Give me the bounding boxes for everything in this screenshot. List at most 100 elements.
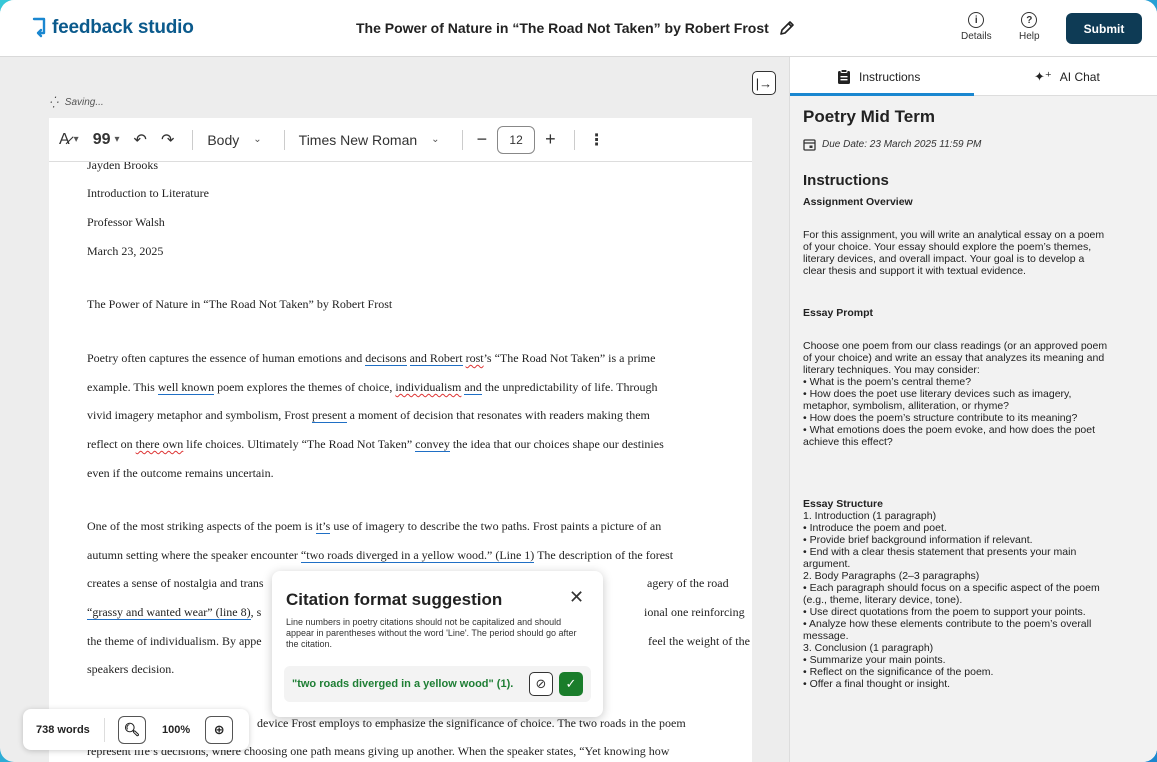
prompt-line: • What is the poem’s central theme? xyxy=(803,376,972,388)
doc-line: Poetry often captures the essence of hum… xyxy=(87,351,656,366)
text-color-icon: A̷ xyxy=(59,130,70,148)
chevron-down-icon: ⌄ xyxy=(253,134,262,145)
chevron-down-icon: ▾ xyxy=(73,134,79,145)
calendar-icon xyxy=(803,139,816,151)
doc-line: March 23, 2025 xyxy=(87,244,164,258)
structure-line: 2. Body Paragraphs (2–3 paragraphs) xyxy=(803,570,980,582)
suggestion-highlight[interactable]: and Robert xyxy=(409,351,463,366)
doc-line: Professor Walsh xyxy=(87,215,165,229)
tab-ai-chat[interactable]: ✦⁺ AI Chat xyxy=(1034,69,1100,85)
doc-line: ional one reinforcing xyxy=(644,605,745,619)
undo-button[interactable]: ↶ xyxy=(134,130,147,150)
overview-line: clear thesis and support it with textual… xyxy=(803,265,1026,277)
word-count-zoom-bar: 738 words 🔍︎ 100% ⊕ xyxy=(23,709,249,750)
suggestion-highlight[interactable]: present xyxy=(311,408,347,423)
zoom-in-button[interactable]: ⊕ xyxy=(205,715,234,744)
prompt-line: • What emotions does the poem evoke, and… xyxy=(803,424,1096,436)
prompt-line: of your choice) and write an essay that … xyxy=(803,352,1105,364)
edit-pencil-icon[interactable] xyxy=(779,20,795,36)
popup-description: Line numbers in poetry citations should … xyxy=(286,617,577,649)
quote-dropdown[interactable]: 99 ▾ xyxy=(93,131,120,149)
tab-instructions[interactable]: Instructions xyxy=(837,69,920,85)
editor-toolbar: A̷ ▾ 99 ▾ ↶ ↷ Body ⌄ Times New Roman ⌄ −… xyxy=(49,118,752,162)
redo-button[interactable]: ↷ xyxy=(161,130,174,150)
due-date: Due Date: 23 March 2025 11:59 PM xyxy=(803,138,981,151)
prompt-heading: Essay Prompt xyxy=(803,307,874,319)
doc-line: the theme of individualism. By appe xyxy=(87,634,262,648)
font-select[interactable]: Times New Roman ⌄ xyxy=(299,132,440,148)
suggestion-highlight[interactable]: it’s xyxy=(315,519,331,534)
prompt-line: metaphor, symbolism, alliteration, or rh… xyxy=(803,400,1009,412)
structure-heading: Essay Structure xyxy=(803,498,883,510)
structure-line: • Each paragraph should focus on a speci… xyxy=(803,582,1100,594)
doc-line: device Frost employs to emphasize the si… xyxy=(257,716,686,730)
toolbar-divider xyxy=(573,129,575,150)
text-color-dropdown[interactable]: A̷ ▾ xyxy=(59,131,79,149)
doc-line: autumn setting where the speaker encount… xyxy=(87,548,674,563)
block-icon: ⊘ xyxy=(535,676,547,691)
right-sidebar: Instructions ✦⁺ AI Chat Poetry Mid Term … xyxy=(789,57,1157,762)
suggestion-highlight[interactable]: well known xyxy=(157,380,215,395)
clipboard-icon xyxy=(838,69,850,84)
structure-line: 3. Conclusion (1 paragraph) xyxy=(803,642,934,654)
decrease-size-button[interactable]: − xyxy=(477,129,488,150)
arrow-right-bar-icon: |→ xyxy=(755,75,773,91)
spelling-highlight[interactable]: individualism xyxy=(395,380,461,394)
info-icon: i xyxy=(968,12,985,28)
structure-line: • Introduce the poem and poet. xyxy=(803,522,947,534)
quote-icon: 99 xyxy=(92,130,111,148)
structure-line: message. xyxy=(803,630,849,642)
doc-line: The Power of Nature in “The Road Not Tak… xyxy=(87,297,393,311)
suggestion-highlight[interactable]: “two roads diverged in a yellow wood.” (… xyxy=(300,548,535,563)
toolbar-divider xyxy=(283,129,285,150)
tab-instructions-label: Instructions xyxy=(859,70,921,84)
spelling-highlight[interactable]: rost xyxy=(466,351,484,365)
more-options-icon[interactable]: ⋮ xyxy=(589,130,605,150)
doc-line: vivid imagery metaphor and symbolism, Fr… xyxy=(87,408,650,423)
logo-icon xyxy=(32,17,46,38)
dismiss-suggestion-button[interactable]: ⊘ xyxy=(529,672,553,696)
suggestion-highlight[interactable]: convey xyxy=(415,437,450,452)
structure-line: 1. Introduction (1 paragraph) xyxy=(803,510,937,522)
doc-line: reflect on there own life choices. Ultim… xyxy=(87,437,664,452)
font-size-input[interactable]: 12 xyxy=(497,125,536,154)
suggestion-text: "two roads diverged in a yellow wood" (1… xyxy=(292,678,514,690)
structure-line: • End with a clear thesis statement that… xyxy=(803,546,1077,558)
structure-line: argument. xyxy=(803,558,851,570)
structure-line: • Reflect on the significance of the poe… xyxy=(803,666,994,678)
chevron-down-icon: ⌄ xyxy=(431,134,440,145)
structure-line: • Offer a final thought or insight. xyxy=(803,678,951,690)
tab-ai-chat-label: AI Chat xyxy=(1059,70,1100,84)
toolbar-divider xyxy=(192,129,194,150)
saving-status: ⁛ Saving... xyxy=(50,96,104,109)
suggestion-highlight[interactable]: decisons xyxy=(365,351,407,366)
help-label: Help xyxy=(1019,31,1040,42)
due-date-text: Due Date: 23 March 2025 11:59 PM xyxy=(822,138,982,150)
accept-suggestion-button[interactable]: ✓ xyxy=(559,672,583,696)
citation-suggestion-popup: Citation format suggestion ✕ Line number… xyxy=(272,571,603,717)
suggestion-highlight[interactable]: and xyxy=(464,380,482,395)
doc-line: “grassy and wanted wear” (line 8), s xyxy=(87,605,262,620)
doc-line: even if the outcome remains uncertain. xyxy=(87,466,274,480)
collapse-panel-button[interactable]: |→ xyxy=(752,71,776,95)
close-icon[interactable]: ✕ xyxy=(569,587,584,608)
assignment-title: Poetry Mid Term xyxy=(803,107,935,126)
doc-line: feel the weight of the xyxy=(648,634,750,648)
prompt-line: achieve this effect? xyxy=(803,436,893,448)
details-button[interactable]: i Details xyxy=(961,12,992,42)
submit-button[interactable]: Submit xyxy=(1066,13,1142,44)
style-value: Body xyxy=(207,131,240,148)
structure-line: • Use direct quotations from the poem to… xyxy=(803,606,1086,618)
spelling-highlight[interactable]: there own xyxy=(136,437,184,451)
instructions-panel[interactable]: Poetry Mid Term Due Date: 23 March 2025 … xyxy=(790,96,1157,762)
spinner-icon: ⁛ xyxy=(50,97,59,109)
help-button[interactable]: ? Help xyxy=(1019,12,1040,42)
logo[interactable]: feedback studio xyxy=(30,16,194,40)
suggestion-highlight[interactable]: “grassy and wanted wear” (line 8) xyxy=(87,605,251,620)
prompt-line: • How does the poet use literary devices… xyxy=(803,388,1072,400)
style-select[interactable]: Body ⌄ xyxy=(207,132,261,148)
font-value: Times New Roman xyxy=(298,131,418,148)
zoom-out-button[interactable]: 🔍︎ xyxy=(118,715,146,744)
increase-size-button[interactable]: + xyxy=(545,129,556,150)
chevron-down-icon: ▾ xyxy=(114,134,120,145)
